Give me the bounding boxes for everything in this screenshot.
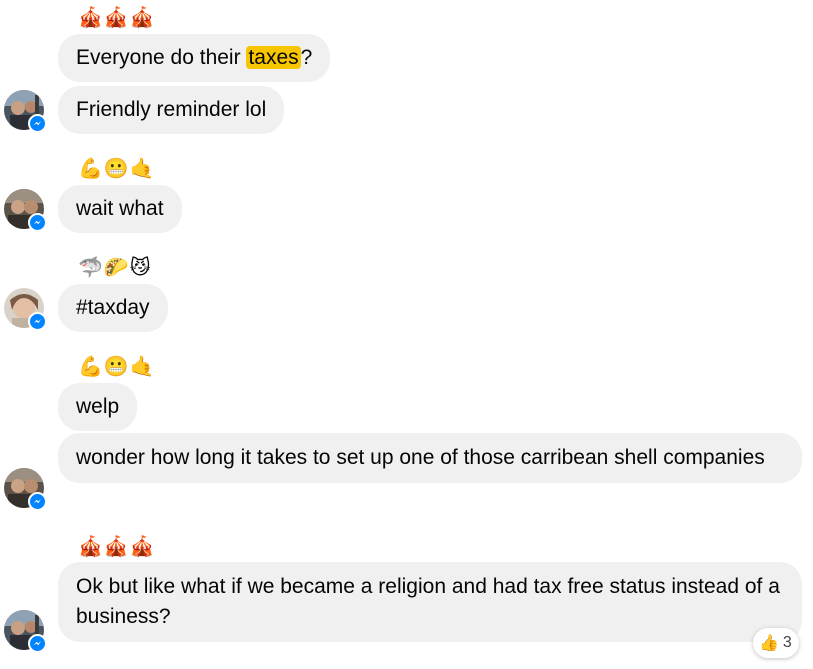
message-text: welp	[76, 395, 120, 418]
thumbs-up-icon: 👍	[759, 635, 779, 652]
message-bubble[interactable]: wonder how long it takes to set up one o…	[58, 433, 802, 483]
message-bubble[interactable]: Ok but like what if we became a religion…	[58, 562, 802, 642]
avatar[interactable]	[4, 288, 47, 331]
message-bubble[interactable]: Friendly reminder lol	[58, 86, 285, 134]
avatar[interactable]	[4, 90, 47, 133]
messenger-icon	[28, 634, 47, 653]
messenger-icon	[28, 492, 47, 511]
message-bubble[interactable]: #taxday	[58, 284, 168, 332]
message-bubble[interactable]: wait what	[58, 185, 182, 233]
reaction-count: 3	[782, 634, 792, 651]
avatar[interactable]	[4, 189, 47, 232]
message-text: Everyone do their	[76, 46, 247, 69]
sender-name-emoji[interactable]: 🎪🎪🎪	[78, 537, 156, 557]
message-text: #taxday	[76, 296, 150, 319]
message-text: ?	[300, 46, 313, 69]
sender-name-emoji[interactable]: 🦈🌮😼	[78, 258, 152, 278]
messenger-icon	[28, 213, 47, 232]
messenger-icon	[28, 312, 47, 331]
reaction-badge[interactable]: 👍 3	[753, 628, 799, 658]
sender-name-emoji[interactable]: 🎪🎪🎪	[78, 8, 156, 28]
message-text: Ok but like what if we became a religion…	[76, 575, 780, 628]
message-bubble[interactable]: welp	[58, 383, 138, 431]
search-highlight: taxes	[246, 46, 301, 69]
avatar[interactable]	[4, 610, 47, 653]
message-text: wonder how long it takes to set up one o…	[76, 446, 765, 469]
message-bubble[interactable]: Everyone do their taxes?	[58, 34, 331, 82]
message-text: Friendly reminder lol	[76, 98, 267, 121]
sender-name-emoji[interactable]: 💪😬🤙	[78, 159, 156, 179]
message-text: wait what	[76, 197, 164, 220]
sender-name-emoji[interactable]: 💪😬🤙	[78, 357, 156, 377]
avatar[interactable]	[4, 468, 47, 511]
messenger-icon	[28, 114, 47, 133]
